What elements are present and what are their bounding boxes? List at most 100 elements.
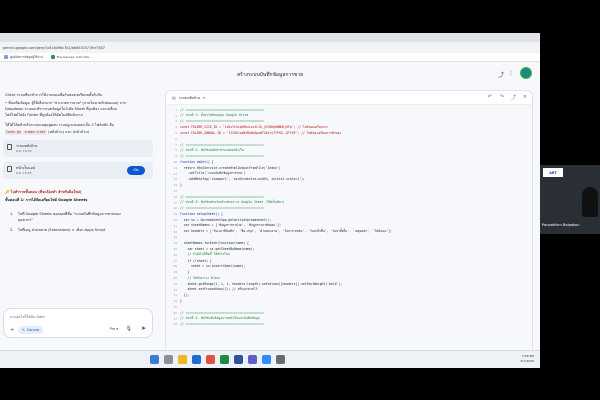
file-card[interactable]: ระบบหลังบ้าน ม.ค. 15:55 — [3, 140, 153, 157]
canvas-chip[interactable]: ✎ Canvas — [18, 326, 44, 334]
close-icon[interactable]: × — [523, 94, 527, 100]
prompt-input[interactable]: ถามอะไรก็ได้กับ Gem — [10, 314, 45, 320]
chat-text: Client ระบบที่จะทำการใช้งานของเสื่อกันขอ… — [5, 93, 103, 97]
file-icon — [7, 166, 12, 172]
file-explorer-icon[interactable] — [178, 355, 187, 364]
line-number: 18 — [173, 206, 177, 211]
line-number: 2 — [175, 113, 177, 118]
plus-icon[interactable]: + — [10, 327, 14, 333]
code-text: // =====================================… — [180, 154, 264, 159]
redo-icon[interactable]: ↷ — [500, 94, 504, 100]
chat-text: (หลังบ้าน) และ (หน้าบ้าน) — [48, 130, 90, 134]
clock-time: 3:58 PM — [521, 354, 534, 358]
code-text: // ส่วนที่ 4: ฟังก์ชันรับข้อมูลจากหน้าเว… — [180, 316, 260, 321]
file-card[interactable]: หน้าเว็บแอป ม.ค. 15:55 เปิด — [3, 162, 153, 179]
code-text: // =====================================… — [180, 142, 264, 147]
chrome-icon[interactable] — [206, 355, 215, 364]
code-line: 38// ===================================… — [166, 321, 532, 327]
start-icon[interactable] — [150, 355, 159, 364]
line-number: 28 — [173, 264, 177, 269]
edge-icon[interactable] — [192, 355, 201, 364]
list-number: 1. — [10, 212, 14, 216]
search-icon[interactable] — [164, 355, 173, 364]
code-text: sheetNames.forEach(function(name) { — [180, 241, 249, 246]
bookmark-icon — [4, 55, 8, 59]
chevron-down-icon[interactable]: ▾ — [203, 96, 205, 100]
line-number: 29 — [173, 270, 177, 275]
chat-text: Dropdown ระบบจะทำการบดข้อมูลในไปยัง Shee… — [5, 107, 117, 111]
code-file-icon: ▤ — [172, 95, 176, 100]
line-number: 15 — [173, 189, 177, 194]
chat-text: ให้ได้โค้ดสำหรับระบบแหลุมพูดลบ ระบบถูกแบ… — [5, 123, 114, 127]
model-label: Pro — [109, 327, 116, 331]
step-heading: ขั้นตอนที่ 1: การได้จัดเตรียมไฟล์ Google… — [5, 198, 88, 202]
send-icon[interactable]: ➤ — [141, 325, 146, 332]
video-participant-tile[interactable]: ART Panpatthrn Baipakon — [540, 165, 600, 234]
open-button[interactable]: เปิด — [127, 166, 145, 175]
browser-window: gemini.google.com/gem/7c816496c7b1/b6d53… — [0, 33, 540, 368]
gemini-page: สร้างระบบบันทึกข้อมูลการขาย ⤴ ⋮ Client ร… — [0, 62, 540, 368]
line-number: 1 — [175, 107, 177, 112]
clock[interactable]: 3:58 PM 6/7/2026 — [521, 354, 534, 363]
tab-strip[interactable] — [0, 33, 540, 42]
share-icon[interactable]: ⤴ — [498, 70, 504, 79]
participant-video — [582, 187, 598, 217]
code-text: // =====================================… — [180, 206, 264, 211]
line-number: 4 — [175, 125, 177, 130]
line-number: 30 — [173, 276, 177, 280]
line-number: 32 — [173, 287, 177, 292]
code-editor-panel: ▤ ระบบหลังบ้าน ▾ ↶ ↷ ⤴ × 1 // ===========… — [165, 90, 533, 366]
url-text[interactable]: gemini.google.com/gem/7c816496c7b1/b6d53… — [3, 46, 105, 50]
code-text: var sheetNames = ['ข้อมูลการลาป่วย', 'ข้… — [180, 223, 281, 228]
microphone-icon[interactable]: 🎙 — [126, 326, 132, 332]
line-number: 34 — [173, 299, 177, 304]
app-icon[interactable] — [276, 355, 285, 364]
avatar[interactable] — [520, 67, 532, 79]
line-number: 14 — [173, 183, 177, 188]
taskbar: 3:58 PM 6/7/2026 — [0, 350, 540, 368]
canvas-label: Canvas — [26, 328, 40, 332]
line-number: 24 — [173, 241, 177, 246]
share-icon[interactable]: ⤴ — [511, 94, 516, 101]
chat-text: • ชื่อแฟ้มข้อมูล: ผู้ใช้เลือกจาก "ประเภท… — [5, 101, 126, 105]
line-number: 35 — [173, 304, 177, 309]
excel-icon[interactable] — [220, 355, 229, 364]
prompt-input-box[interactable]: ถามอะไรก็ได้กับ Gem + ✎ Canvas Pro ▾ 🎙 ➤ — [3, 308, 153, 338]
line-number: 13 — [173, 177, 177, 182]
zoom-icon[interactable] — [262, 355, 271, 364]
clock-date: 6/7/2026 — [520, 358, 534, 363]
bookmark-icon — [50, 55, 55, 59]
code-text: } — [180, 183, 182, 188]
chat-text: ไฟล์ไฟล์ไปยัง Folder ที่ถูกต้องให้อัตโนม… — [5, 113, 83, 117]
undo-icon[interactable]: ↶ — [488, 94, 492, 100]
code-text: return HtmlService.createHtmlOutputFromF… — [180, 165, 281, 170]
line-number: 31 — [173, 281, 177, 286]
code-chip: index.html — [23, 130, 47, 135]
code-text: if (!sheet) { — [180, 258, 212, 263]
teams-icon[interactable] — [248, 355, 257, 364]
canvas-icon: ✎ — [22, 328, 25, 332]
model-selector[interactable]: Pro ▾ — [110, 327, 118, 331]
line-number: 17 — [173, 200, 177, 205]
code-text: sheet.setFrozenRows(1); // ตรึงแถวแรกไว้ — [180, 287, 258, 292]
bookmark-item[interactable]: ศูนย์จัดการข้อมูลผู้ใช้งาน — [4, 55, 43, 60]
code-text: }); — [180, 293, 190, 298]
editor-toolbar: ▤ ระบบหลังบ้าน ▾ — [166, 91, 532, 105]
bookmark-item[interactable]: Flexreprops: GAS (Wo... — [50, 55, 92, 59]
list-item: ไปที่เมนู ส่วนขยาย (Extensions) > เลือก … — [18, 228, 106, 232]
word-icon[interactable] — [234, 355, 243, 364]
line-number: 36 — [173, 310, 177, 315]
code-text: var sheet = ss.getSheetByName(name); — [180, 247, 255, 252]
list-number: 2. — [10, 228, 14, 232]
code-text: // =====================================… — [180, 119, 264, 124]
code-text: // ถ้ายังไม่มีชีตนี้ ให้สร้างใหม่ — [180, 252, 230, 257]
line-number: 23 — [173, 235, 177, 240]
address-bar[interactable]: gemini.google.com/gem/7c816496c7b1/b6d53… — [0, 42, 540, 53]
code-area[interactable]: 1 // ====================================… — [166, 105, 532, 365]
code-text: function doGet() { — [180, 160, 214, 165]
code-text: // =====================================… — [180, 194, 264, 199]
more-options-icon[interactable]: ⋮ — [508, 70, 514, 77]
participant-name: Panpatthrn Baipakon — [542, 223, 580, 227]
line-number: 20 — [173, 218, 177, 223]
line-number: 3 — [175, 119, 177, 124]
